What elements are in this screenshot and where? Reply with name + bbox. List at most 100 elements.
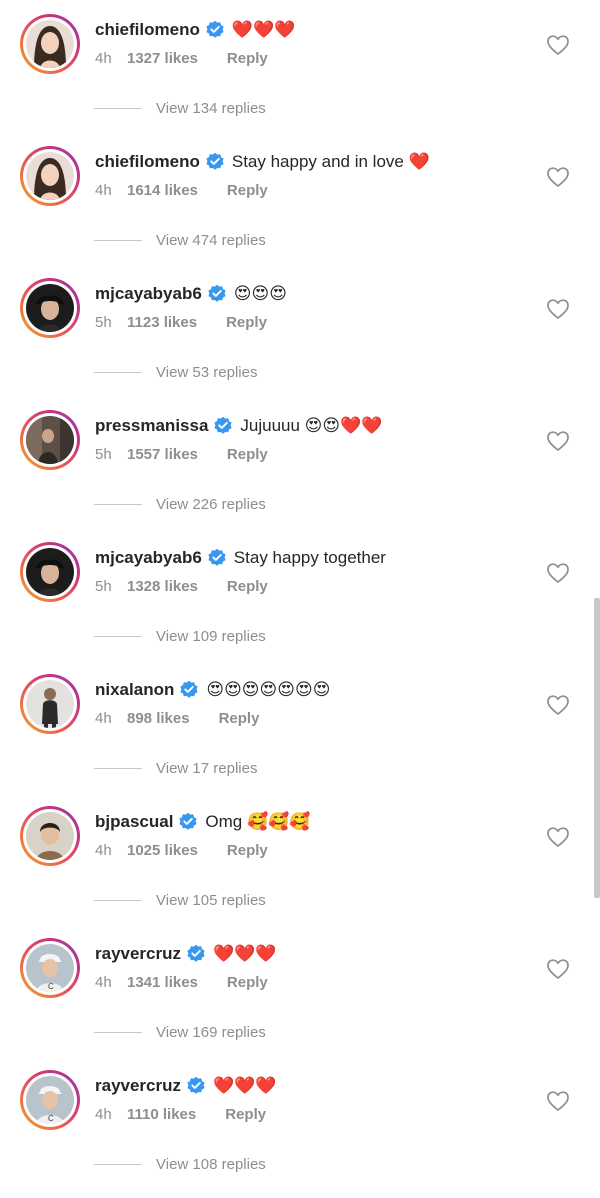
comment-body: rayvercruz ❤️❤️❤️ 4h 1341 likes Reply xyxy=(95,940,525,996)
avatar[interactable]: C xyxy=(26,944,74,992)
reply-button[interactable]: Reply xyxy=(227,842,268,859)
avatar[interactable]: C xyxy=(26,1076,74,1124)
comment-text: ❤️❤️❤️ xyxy=(231,20,296,39)
like-count[interactable]: 1341 likes xyxy=(127,974,198,991)
timestamp: 4h xyxy=(95,181,112,199)
view-replies-button[interactable]: View 105 replies xyxy=(94,892,266,909)
comment-text: ❤️❤️❤️ xyxy=(213,944,277,963)
username[interactable]: rayvercruz xyxy=(95,1076,181,1096)
timestamp: 5h xyxy=(95,577,112,595)
reply-button[interactable]: Reply xyxy=(219,710,260,727)
heart-outline-icon[interactable] xyxy=(546,298,570,320)
story-ring[interactable] xyxy=(20,674,80,734)
heart-outline-icon[interactable] xyxy=(546,34,570,56)
like-count[interactable]: 1557 likes xyxy=(127,446,198,463)
avatar[interactable] xyxy=(26,152,74,200)
reply-button[interactable]: Reply xyxy=(227,50,268,67)
heart-outline-icon[interactable] xyxy=(546,694,570,716)
comment-body: mjcayabyab6 😍😍😍 5h 1123 likes Reply xyxy=(95,280,525,336)
story-ring[interactable] xyxy=(20,806,80,866)
timestamp: 5h xyxy=(95,445,112,463)
timestamp: 4h xyxy=(95,709,112,727)
reply-button[interactable]: Reply xyxy=(227,974,268,991)
reply-button[interactable]: Reply xyxy=(227,446,268,463)
svg-text:C: C xyxy=(48,1114,54,1123)
view-replies-button[interactable]: View 53 replies xyxy=(94,364,257,381)
scrollbar-thumb[interactable] xyxy=(594,598,600,898)
timestamp: 4h xyxy=(95,973,112,991)
reply-button[interactable]: Reply xyxy=(226,314,267,331)
story-ring[interactable] xyxy=(20,14,80,74)
username[interactable]: chiefilomeno xyxy=(95,152,200,172)
comment-item: mjcayabyab6 Stay happy together 5h 1328 … xyxy=(0,528,600,660)
comment-text: Stay happy together xyxy=(233,548,386,567)
comment-body: bjpascual Omg 🥰🥰🥰 4h 1025 likes Reply xyxy=(95,808,525,864)
heart-outline-icon[interactable] xyxy=(546,958,570,980)
avatar[interactable] xyxy=(26,812,74,860)
verified-badge-icon xyxy=(214,416,233,434)
like-count[interactable]: 1123 likes xyxy=(127,314,197,331)
heart-outline-icon[interactable] xyxy=(546,166,570,188)
avatar[interactable] xyxy=(26,548,74,596)
divider xyxy=(94,372,142,373)
like-count[interactable]: 1110 likes xyxy=(127,1106,196,1123)
heart-outline-icon[interactable] xyxy=(546,1090,570,1112)
like-count[interactable]: 1327 likes xyxy=(127,50,198,67)
comment-item: mjcayabyab6 😍😍😍 5h 1123 likes Reply View… xyxy=(0,264,600,396)
view-replies-button[interactable]: View 109 replies xyxy=(94,628,266,645)
view-replies-button[interactable]: View 226 replies xyxy=(94,496,266,513)
view-replies-button[interactable]: View 134 replies xyxy=(94,100,266,117)
verified-badge-icon xyxy=(206,152,224,170)
chiefilomeno-avatar-image xyxy=(26,152,74,200)
username[interactable]: mjcayabyab6 xyxy=(95,548,202,568)
comment-body: nixalanon 😍😍😍😍😍😍😍 4h 898 likes Reply xyxy=(95,676,525,732)
avatar[interactable] xyxy=(26,20,74,68)
avatar[interactable] xyxy=(26,284,74,332)
verified-badge-icon xyxy=(187,944,205,962)
bjpascual-avatar-image xyxy=(26,812,74,860)
view-replies-button[interactable]: View 108 replies xyxy=(94,1156,266,1173)
divider xyxy=(94,1164,142,1165)
username[interactable]: pressmanissa xyxy=(95,416,208,436)
story-ring[interactable]: C xyxy=(20,938,80,998)
username[interactable]: bjpascual xyxy=(95,812,173,832)
divider xyxy=(94,1032,142,1033)
view-replies-label: View 108 replies xyxy=(156,1156,266,1173)
like-count[interactable]: 898 likes xyxy=(127,710,190,727)
comment-text: 😍😍😍😍😍😍😍 xyxy=(206,680,331,699)
view-replies-button[interactable]: View 169 replies xyxy=(94,1024,266,1041)
like-count[interactable]: 1025 likes xyxy=(127,842,198,859)
username[interactable]: chiefilomeno xyxy=(95,20,200,40)
avatar[interactable] xyxy=(26,680,74,728)
comment-item: C rayvercruz ❤️❤️❤️ 4h 1110 likes Reply xyxy=(0,1056,600,1188)
mjcayabyab6-avatar-image xyxy=(26,284,74,332)
heart-outline-icon[interactable] xyxy=(546,430,570,452)
story-ring[interactable]: C xyxy=(20,1070,80,1130)
like-count[interactable]: 1328 likes xyxy=(127,578,198,595)
username[interactable]: nixalanon xyxy=(95,680,174,700)
reply-button[interactable]: Reply xyxy=(225,1106,266,1123)
like-count[interactable]: 1614 likes xyxy=(127,182,198,199)
view-replies-button[interactable]: View 474 replies xyxy=(94,232,266,249)
reply-button[interactable]: Reply xyxy=(227,578,268,595)
username[interactable]: mjcayabyab6 xyxy=(95,284,202,304)
story-ring[interactable] xyxy=(20,278,80,338)
verified-badge-icon xyxy=(208,548,226,566)
verified-badge-icon xyxy=(180,680,198,698)
view-replies-button[interactable]: View 17 replies xyxy=(94,760,257,777)
reply-button[interactable]: Reply xyxy=(227,182,268,199)
heart-outline-icon[interactable] xyxy=(546,826,570,848)
avatar[interactable] xyxy=(26,416,74,464)
view-replies-label: View 169 replies xyxy=(156,1024,266,1041)
comment-text: Stay happy and in love ❤️ xyxy=(231,152,430,171)
divider xyxy=(94,900,142,901)
heart-outline-icon[interactable] xyxy=(546,562,570,584)
story-ring[interactable] xyxy=(20,146,80,206)
view-replies-label: View 134 replies xyxy=(156,100,266,117)
story-ring[interactable] xyxy=(20,542,80,602)
divider xyxy=(94,108,142,109)
story-ring[interactable] xyxy=(20,410,80,470)
rayvercruz-avatar-image: C xyxy=(26,1076,74,1124)
verified-badge-icon xyxy=(179,812,198,830)
username[interactable]: rayvercruz xyxy=(95,944,181,964)
